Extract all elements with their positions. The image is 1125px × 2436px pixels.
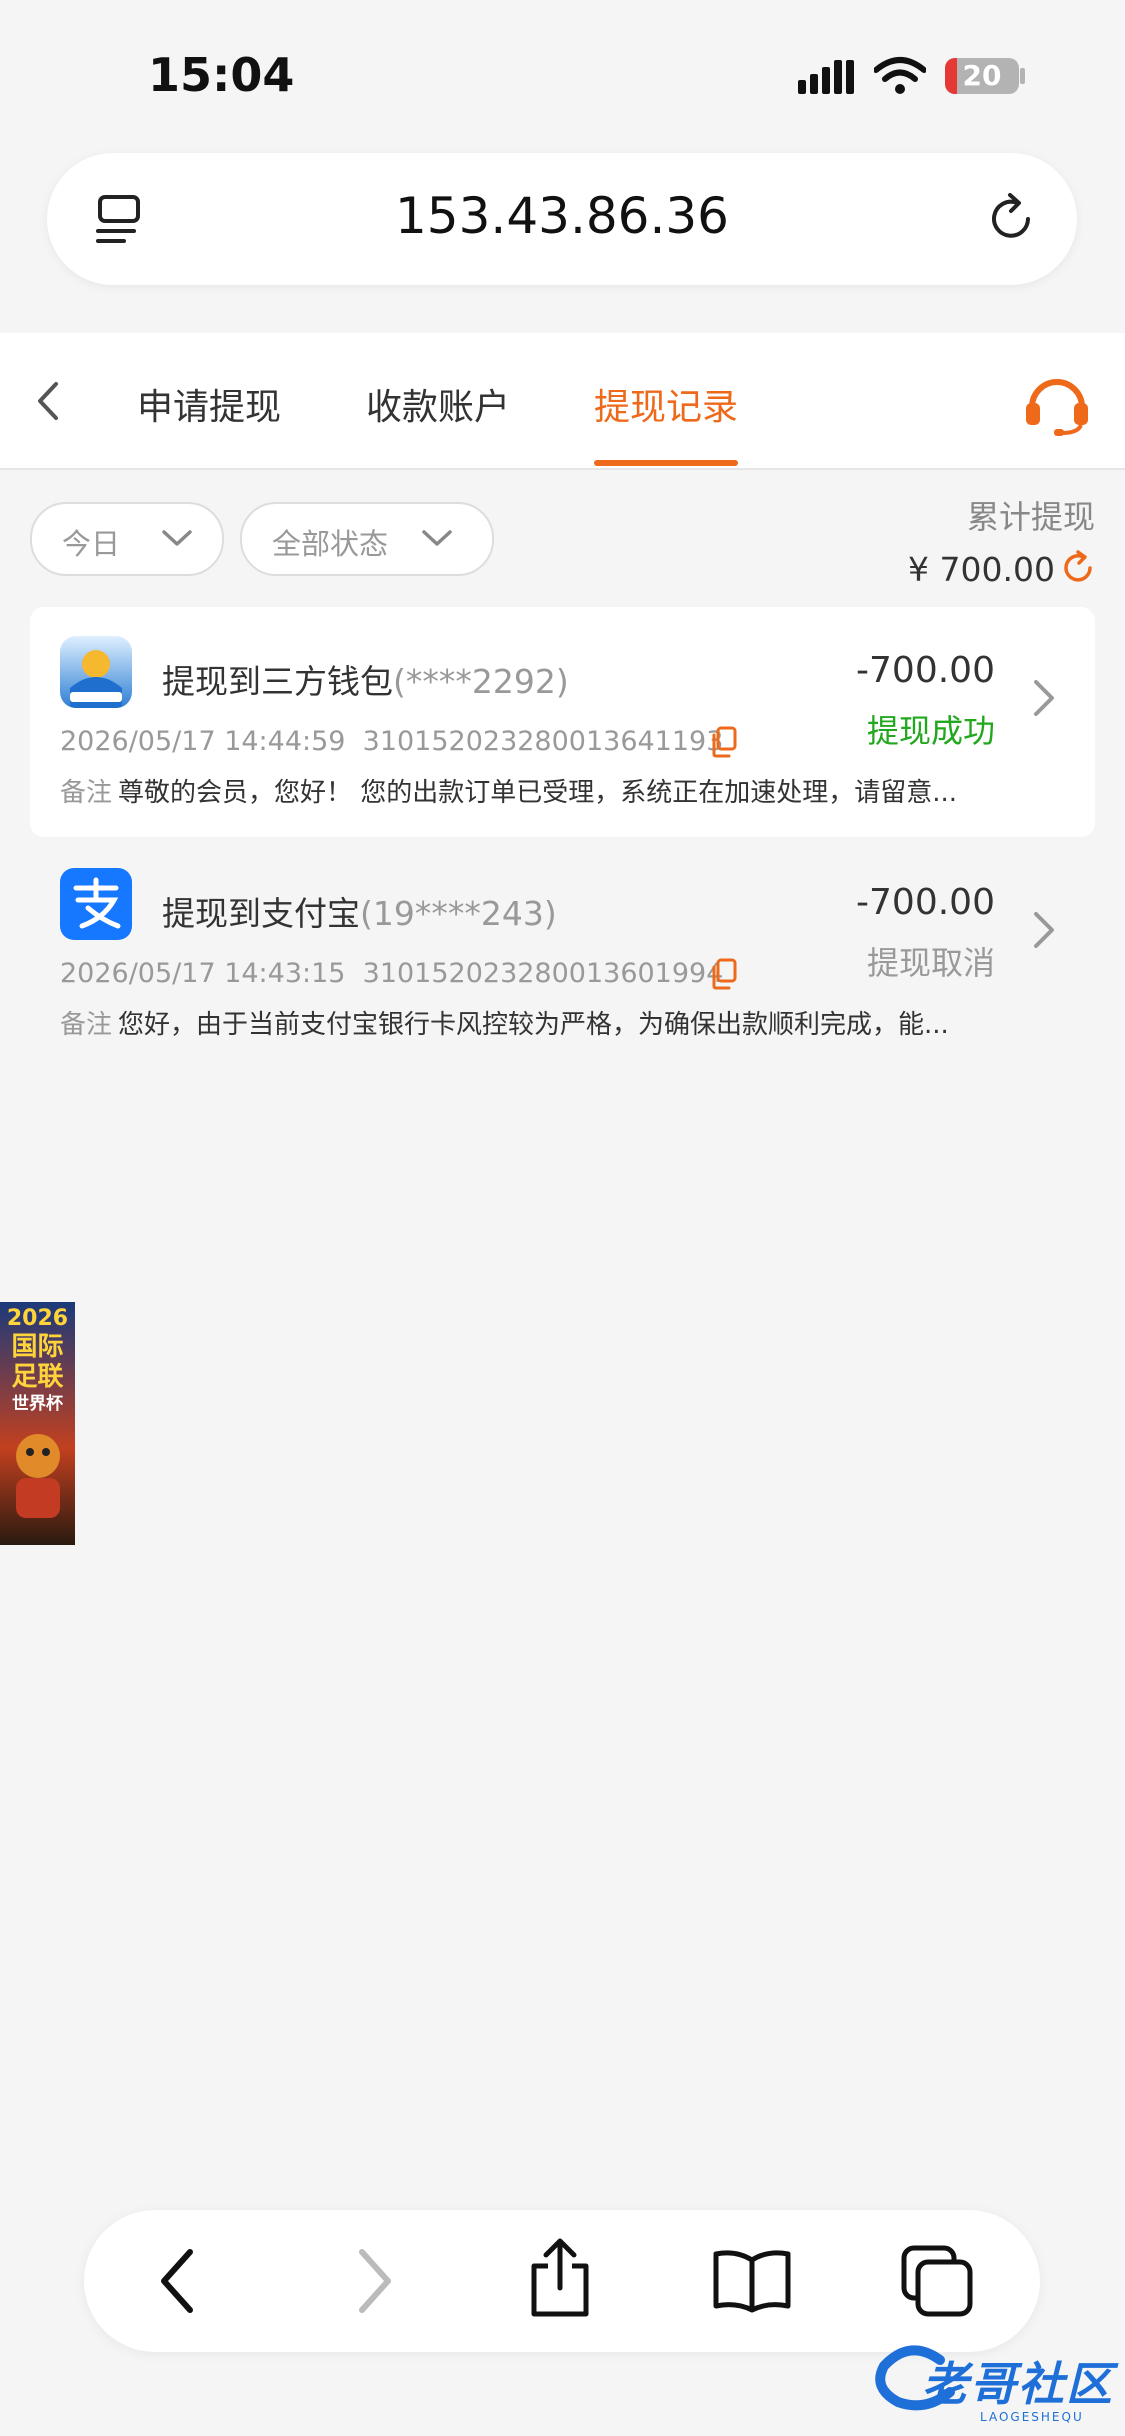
chevron-down-icon xyxy=(162,530,192,546)
banner-line: 足联 xyxy=(11,1362,64,1392)
record-amount: -700.00 xyxy=(856,650,995,691)
tab-receiving-account[interactable]: 收款账户 xyxy=(366,378,510,430)
watermark-text: 老哥社区 xyxy=(922,2357,1114,2411)
page-header: 申请提现 收款账户 提现记录 xyxy=(0,333,1125,470)
record-note-label: 备注 xyxy=(60,1010,113,1040)
record-account: (****2292) xyxy=(393,662,569,701)
record-account: (19****243) xyxy=(360,894,557,933)
bookmarks-icon[interactable] xyxy=(710,2248,794,2314)
copy-icon[interactable] xyxy=(710,726,738,758)
status-filter-dropdown[interactable]: 全部状态 xyxy=(240,502,494,576)
battery-level: 20 xyxy=(962,59,1002,92)
record-datetime: 2026/05/17 14:44:59 xyxy=(60,726,346,757)
total-withdrawn-amount: ¥ 700.00 xyxy=(908,550,1055,589)
banner-line: 世界杯 xyxy=(12,1394,63,1414)
total-withdrawn-label: 累计提现 xyxy=(966,498,1095,536)
copy-icon[interactable] xyxy=(710,958,738,990)
active-tab-indicator xyxy=(594,460,738,466)
url-text[interactable]: 153.43.86.36 xyxy=(47,187,1077,245)
battery-icon: 20 xyxy=(945,58,1019,94)
record-title-text: 提现到支付宝 xyxy=(162,894,360,933)
reload-icon[interactable] xyxy=(984,191,1040,247)
status-time: 15:04 xyxy=(148,48,295,102)
tab-withdraw-records[interactable]: 提现记录 xyxy=(594,378,738,430)
address-bar[interactable]: 153.43.86.36 xyxy=(47,153,1077,285)
back-arrow-icon[interactable] xyxy=(30,378,66,424)
chevron-right-icon[interactable] xyxy=(1030,908,1060,952)
banner-year: 2026 xyxy=(6,1306,69,1331)
chevron-down-icon xyxy=(422,530,452,546)
tabs-icon[interactable] xyxy=(900,2244,974,2318)
record-note-label: 备注 xyxy=(60,778,113,808)
status-filter-label: 全部状态 xyxy=(272,527,389,561)
record-title-text: 提现到三方钱包 xyxy=(162,662,393,701)
date-filter-dropdown[interactable]: 今日 xyxy=(30,502,224,576)
forward-icon[interactable] xyxy=(350,2246,398,2316)
record-meta: 2026/05/17 14:43:15 31015202328001360199… xyxy=(60,958,723,989)
record-note: 备注 尊敬的会员，您好！ 您的出款订单已受理，系统正在加速处理，请留意... xyxy=(60,772,957,809)
record-order-no: 310152023280013601994 xyxy=(362,958,724,989)
battery-tip xyxy=(1020,68,1025,84)
watermark-logo: 老哥社区 LAOGESHEQU xyxy=(870,2330,1120,2430)
share-icon[interactable] xyxy=(524,2236,596,2320)
record-status: 提现成功 xyxy=(866,712,995,750)
record-title: 提现到三方钱包(****2292) xyxy=(162,655,569,703)
alipay-icon xyxy=(60,868,132,940)
record-status: 提现取消 xyxy=(866,944,995,982)
record-order-no: 3101520232800136411​93 xyxy=(362,726,724,757)
back-icon[interactable] xyxy=(154,2246,202,2316)
record-note: 备注 您好，由于当前支付宝银行卡风控较为严格，为确保出款顺利完成，能... xyxy=(60,1004,949,1041)
chevron-right-icon[interactable] xyxy=(1030,676,1060,720)
banner-line: 国际 xyxy=(11,1332,64,1362)
wallet-app-icon xyxy=(60,636,132,708)
side-promo-banner[interactable]: 2026 国际 足联 世界杯 xyxy=(0,1302,75,1545)
record-note-text: 尊敬的会员，您好！ 您的出款订单已受理，系统正在加速处理，请留意... xyxy=(118,778,958,808)
customer-service-icon[interactable] xyxy=(1022,373,1092,437)
record-note-text: 您好，由于当前支付宝银行卡风控较为严格，为确保出款顺利完成，能... xyxy=(118,1010,949,1040)
tab-apply-withdraw[interactable]: 申请提现 xyxy=(137,378,281,430)
record-datetime: 2026/05/17 14:43:15 xyxy=(60,958,346,989)
watermark-subtext: LAOGESHEQU xyxy=(980,2410,1084,2424)
wifi-icon xyxy=(874,57,926,94)
mascot-illustration xyxy=(16,1434,60,1518)
record-amount: -700.00 xyxy=(856,882,995,923)
record-meta: 2026/05/17 14:44:59 3101520232800136411​… xyxy=(60,726,723,757)
date-filter-label: 今日 xyxy=(62,527,121,561)
record-title: 提现到支付宝(19****243) xyxy=(162,887,557,935)
refresh-icon[interactable] xyxy=(1060,550,1096,586)
cellular-signal-icon xyxy=(798,58,858,94)
